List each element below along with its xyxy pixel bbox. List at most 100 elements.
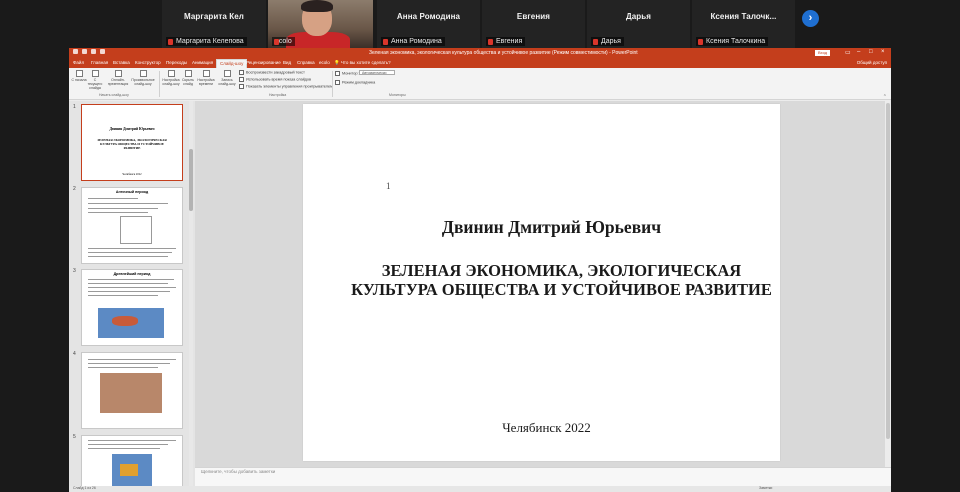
checkbox-use-timings[interactable]: Использовать время показа слайдов <box>239 77 311 82</box>
tab-animation[interactable]: Анимация <box>192 60 213 65</box>
map-region <box>120 464 138 476</box>
participant-tile-darya[interactable]: Дарья Дарья <box>587 0 690 48</box>
hide-slide-button[interactable]: Скрыть слайд <box>180 70 196 86</box>
monitor-dropdown[interactable]: Автоматически <box>359 70 395 75</box>
current-slide[interactable]: 1 Двинин Дмитрий Юрьевич ЗЕЛЕНАЯ ЭКОНОМИ… <box>303 104 780 461</box>
window-title: Зеленая экономика, экологическая культур… <box>369 50 638 56</box>
button-label: Настройка слайд-шоу <box>162 78 180 86</box>
scrollbar-thumb[interactable] <box>189 149 193 211</box>
group-label-setup: Настройка <box>269 93 287 97</box>
present-online-button[interactable]: Онлайн-презентация <box>107 70 129 86</box>
tab-file[interactable]: Файл <box>73 60 84 65</box>
participant-name-label: Анна Ромодина <box>381 37 445 46</box>
text-line <box>88 256 168 257</box>
checkbox-show-media-controls[interactable]: Показать элементы управления проигрывате… <box>239 84 333 89</box>
slide-author[interactable]: Двинин Дмитрий Юрьевич <box>303 217 780 238</box>
custom-slideshow-button[interactable]: Произвольное слайд-шоу <box>131 70 155 86</box>
tell-me-search[interactable]: 💡 Что вы хотите сделать? <box>334 60 391 66</box>
undo-icon[interactable] <box>82 49 87 54</box>
text-line <box>88 444 168 445</box>
tab-insert[interactable]: Вставка <box>113 60 130 65</box>
text-line <box>88 248 176 249</box>
share-button[interactable]: Общий доступ <box>857 60 887 65</box>
participant-video-ecolo[interactable]: ecolo <box>268 0 373 48</box>
rehearse-timings-button[interactable]: Настройка времени <box>196 70 216 86</box>
close-icon[interactable]: × <box>881 49 885 55</box>
participant-tile-evgeniya[interactable]: Евгения Евгения <box>482 0 585 48</box>
signin-button[interactable]: Вход <box>815 50 831 56</box>
checkbox-play-narrations[interactable]: Воспроизвести закадровый текст <box>239 70 305 75</box>
maximize-icon[interactable]: □ <box>869 49 873 55</box>
participant-tile-anna[interactable]: Анна Ромодина Анна Ромодина <box>377 0 480 48</box>
from-beginning-button[interactable]: С начала <box>71 70 87 82</box>
thumbnail-footer: Челябинск 2022 <box>122 173 142 176</box>
thumbnail-slide-3[interactable]: Древнейший период <box>81 269 183 346</box>
text-line <box>88 208 158 209</box>
text-line <box>88 287 176 288</box>
notes-pane[interactable]: Щелкните, чтобы добавить заметки <box>195 467 891 486</box>
record-icon <box>223 70 231 77</box>
participant-name-label: Маргарита Келепова <box>166 37 247 46</box>
speaker-hair <box>301 0 333 12</box>
text-line <box>88 367 158 368</box>
participant-tile-margarita[interactable]: Маргарита Кел Маргарита Келепова <box>162 0 266 48</box>
tab-ecolo[interactable]: ecolo <box>319 60 330 65</box>
participant-name-label: ecolo <box>272 37 295 46</box>
button-label: Скрыть слайд <box>182 78 194 86</box>
tab-design[interactable]: Конструктор <box>135 60 161 65</box>
editor-scrollbar[interactable] <box>885 101 891 467</box>
status-bar: Слайд 1 из 26 Заметки <box>69 486 891 492</box>
participant-tile-kseniya[interactable]: Ксения Талочк... Ксения Талочкина <box>692 0 795 48</box>
text-line <box>88 279 174 280</box>
text-line <box>88 283 168 284</box>
thumbnail-number: 5 <box>73 434 76 440</box>
notes-placeholder: Щелкните, чтобы добавить заметки <box>201 469 276 474</box>
tab-review[interactable]: Рецензирование <box>246 60 281 65</box>
save-icon[interactable] <box>73 49 78 54</box>
powerpoint-window: Зеленая экономика, экологическая культур… <box>69 48 891 492</box>
start-slideshow-icon[interactable] <box>100 49 105 54</box>
title-bar: Зеленая экономика, экологическая культур… <box>69 48 891 58</box>
thumbnail-author: Двинин Дмитрий Юрьевич <box>109 127 155 131</box>
thumbnail-title: ЗЕЛЕНАЯ ЭКОНОМИКА, ЭКОЛОГИЧЕСКАЯ КУЛЬТУР… <box>97 138 167 150</box>
tab-view[interactable]: Вид <box>283 60 291 65</box>
monitor-select-label[interactable]: Монитор: <box>335 71 359 76</box>
slide-title[interactable]: ЗЕЛЕНАЯ ЭКОНОМИКА, ЭКОЛОГИЧЕСКАЯ КУЛЬТУР… <box>343 261 780 299</box>
thumbnail-scrollbar[interactable] <box>189 101 193 492</box>
slide-editor: 1 Двинин Дмитрий Юрьевич ЗЕЛЕНАЯ ЭКОНОМИ… <box>195 101 891 467</box>
group-divider <box>159 71 160 97</box>
participant-name-large: Евгения <box>516 12 551 21</box>
notes-toggle[interactable]: Заметки <box>759 486 772 490</box>
redo-icon[interactable] <box>91 49 96 54</box>
setup-slideshow-button[interactable]: Настройка слайд-шоу <box>161 70 181 86</box>
button-label: Онлайн-презентация <box>107 78 129 86</box>
setup-icon <box>167 70 175 77</box>
participant-name-large: Ксения Талочк... <box>710 12 777 21</box>
slide-city-year[interactable]: Челябинск 2022 <box>303 420 780 436</box>
scrollbar-thumb[interactable] <box>886 103 890 439</box>
thumbnail-slide-1[interactable]: Двинин Дмитрий Юрьевич ЗЕЛЕНАЯ ЭКОНОМИКА… <box>81 104 183 181</box>
next-participants-arrow-icon[interactable]: › <box>802 10 819 27</box>
thumbnail-slide-2[interactable]: Античный период <box>81 187 183 264</box>
thumbnail-slide-5[interactable] <box>81 435 183 492</box>
text-line <box>88 198 138 199</box>
minimize-icon[interactable]: – <box>857 49 860 55</box>
record-slideshow-button[interactable]: Запись слайд-шоу <box>217 70 237 86</box>
thumbnail-slide-4[interactable] <box>81 352 183 429</box>
tab-slideshow[interactable]: Слайд-шоу <box>216 59 248 68</box>
collapse-ribbon-icon[interactable]: ⌃ <box>883 94 887 100</box>
thumbnail-heading: Древнейший период <box>113 272 151 276</box>
checkbox-presenter-view[interactable]: Режим докладчика <box>335 80 375 85</box>
ribbon-options-icon[interactable]: ▭ <box>845 49 851 56</box>
button-label: Настройка времени <box>197 78 215 86</box>
text-line <box>88 212 148 213</box>
from-current-slide-button[interactable]: С текущего слайда <box>87 70 103 90</box>
text-line <box>88 203 168 204</box>
tab-home[interactable]: Главная <box>91 60 108 65</box>
play-icon <box>75 70 83 77</box>
participant-name-label: Ксения Талочкина <box>696 37 769 46</box>
tab-help[interactable]: Справка <box>297 60 315 65</box>
thumbnail-heading: Античный период <box>115 190 149 194</box>
tab-transitions[interactable]: Переходы <box>166 60 187 65</box>
thumbnail-number: 1 <box>73 104 76 110</box>
